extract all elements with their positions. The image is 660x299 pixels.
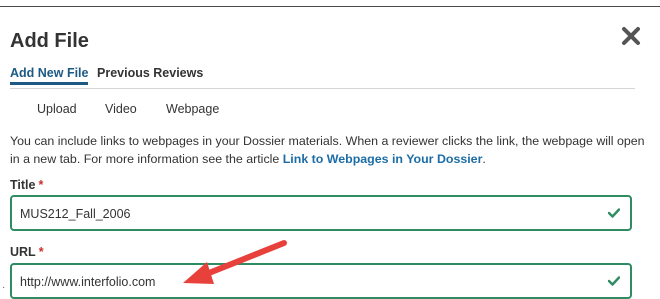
help-article-link[interactable]: Link to Webpages in Your Dossier: [283, 152, 483, 166]
tab-previous-reviews[interactable]: Previous Reviews: [97, 66, 203, 80]
check-icon: [608, 208, 620, 218]
title-input[interactable]: [20, 205, 590, 223]
modal-title: Add File: [10, 30, 89, 52]
subtab-video[interactable]: Video: [105, 102, 137, 116]
top-divider: [0, 6, 660, 7]
title-label-text: Title: [10, 178, 36, 192]
tab-add-new-file[interactable]: Add New File: [10, 66, 89, 85]
title-label: Title *: [10, 178, 43, 192]
url-field[interactable]: [10, 263, 632, 299]
close-button[interactable]: [620, 25, 642, 47]
subtab-webpage[interactable]: Webpage: [166, 102, 219, 116]
tab-bar: Add New File Previous Reviews: [10, 66, 635, 89]
stray-mark: ·: [2, 282, 6, 293]
required-mark: *: [38, 178, 44, 192]
check-icon: [608, 276, 620, 286]
url-label: URL *: [10, 245, 44, 259]
title-field[interactable]: [10, 195, 632, 231]
required-mark: *: [38, 245, 44, 259]
url-input[interactable]: [20, 273, 590, 291]
description: You can include links to webpages in you…: [10, 132, 645, 168]
url-label-text: URL: [10, 245, 36, 259]
subtab-upload[interactable]: Upload: [37, 102, 77, 116]
close-icon: [622, 27, 640, 45]
description-suffix: .: [482, 152, 486, 166]
